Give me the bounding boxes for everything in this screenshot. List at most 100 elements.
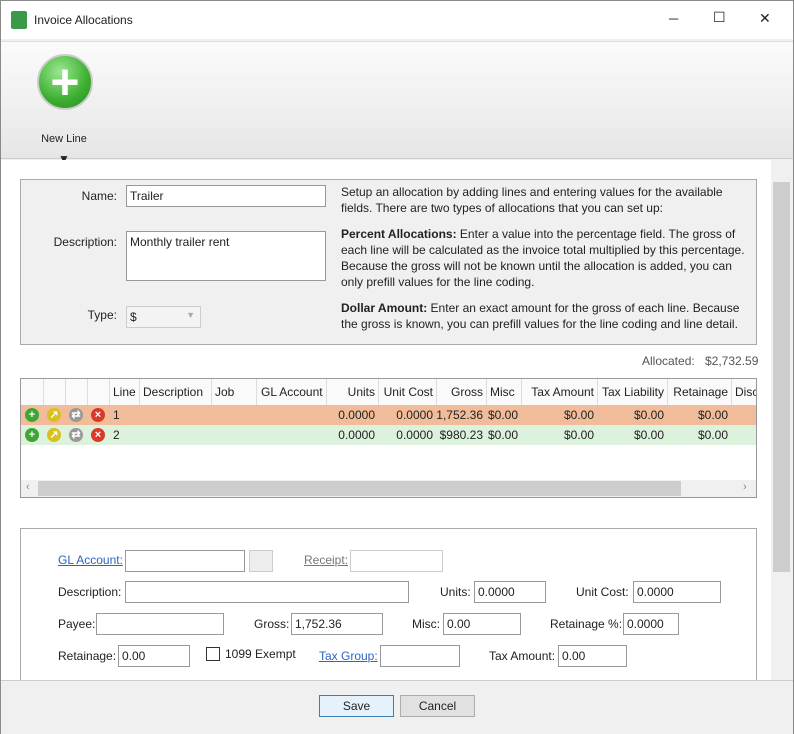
col-tax-liability[interactable]: Tax Liability [598,379,668,405]
misc-cell: $0.00 [487,408,518,422]
retainage-cell: $0.00 [697,408,728,422]
gl-account-input[interactable] [125,550,245,572]
name-input[interactable]: Trailer [126,185,326,207]
gross-cell: $980.23 [439,428,483,442]
description-input[interactable]: Monthly trailer rent [126,231,326,281]
save-button[interactable]: Save [319,695,394,717]
table-row[interactable]: + ↗ ⇄ × 2 0.0000 0.0000 $980.23 $0.00 $0… [21,425,756,445]
app-icon [11,11,27,29]
col-gl-account[interactable]: GL Account [257,379,327,405]
help-text: Setup an allocation by adding lines and … [341,184,751,342]
delete-icon[interactable]: × [91,408,105,422]
tax-amount-input[interactable]: 0.00 [558,645,627,667]
misc-cell: $0.00 [487,428,518,442]
horizontal-scrollbar[interactable]: ‹ › [21,480,756,497]
allocated-value: $2,732.59 [705,354,759,368]
unit-cost-label: Unit Cost: [576,585,629,599]
retainage-pct-input[interactable]: 0.0000 [623,613,679,635]
name-label: Name: [81,189,117,203]
dollar-title: Dollar Amount: [341,301,428,315]
grid-header-cell [44,379,66,405]
tax-amount-label: Tax Amount: [489,649,556,663]
grid-header-cell [21,379,44,405]
retainage-cell: $0.00 [697,428,728,442]
description-label: Description: [53,235,117,249]
type-select[interactable]: $ ▼ [126,306,201,328]
gl-account-link[interactable]: GL Account: [58,553,123,567]
1099-exempt-checkbox[interactable] [206,647,220,661]
unit-cost-cell: 0.0000 [396,408,433,422]
tax-amount-cell: $0.00 [563,408,594,422]
window-title: Invoice Allocations [34,13,133,27]
new-line-button[interactable]: + New Line ▼ [31,52,101,166]
minimize-button[interactable]: ─ [669,11,678,26]
tax-liability-cell: $0.00 [633,408,664,422]
gross-input[interactable]: 1,752.36 [291,613,383,635]
grid-header-cell [66,379,88,405]
scrollbar[interactable] [771,160,793,680]
footer-bar: Save Cancel [1,680,793,734]
edit-icon[interactable]: ↗ [47,428,61,442]
allocation-header-panel: Name: Trailer Description: Monthly trail… [20,179,757,345]
description-label: Description: [58,585,122,599]
line-cell: 2 [113,428,120,442]
payee-input[interactable] [96,613,224,635]
col-description[interactable]: Description [140,379,212,405]
retainage-input[interactable]: 0.00 [118,645,190,667]
percent-title: Percent Allocations: [341,227,457,241]
receipt-input[interactable] [350,550,443,572]
add-icon[interactable]: + [25,428,39,442]
col-units[interactable]: Units [327,379,379,405]
table-row[interactable]: + ↗ ⇄ × 1 0.0000 0.0000 $1,752.36 $0.00 … [21,405,756,425]
col-job[interactable]: Job [212,379,257,405]
maximize-button[interactable]: ☐ [713,9,726,26]
ribbon: + New Line ▼ [1,41,793,166]
help-intro: Setup an allocation by adding lines and … [341,185,723,215]
invoice-allocations-window: Invoice Allocations ─ ☐ ✕ + New Line ▼ N… [0,0,794,734]
allocation-lines-grid: Line Description Job GL Account Units Un… [20,378,757,498]
col-retainage[interactable]: Retainage [668,379,732,405]
receipt-link[interactable]: Receipt: [304,553,348,567]
misc-label: Misc: [412,617,440,631]
split-icon[interactable]: ⇄ [69,428,83,442]
units-input[interactable]: 0.0000 [474,581,546,603]
delete-icon[interactable]: × [91,428,105,442]
scrollbar-thumb[interactable] [38,481,681,496]
cancel-button[interactable]: Cancel [400,695,475,717]
col-gross[interactable]: Gross [437,379,487,405]
retainage-pct-label: Retainage %: [550,617,623,631]
close-button[interactable]: ✕ [759,10,771,27]
tax-group-link[interactable]: Tax Group: [319,649,378,663]
scroll-left-icon[interactable]: ‹ [26,481,30,493]
col-tax-amount[interactable]: Tax Amount [522,379,598,405]
tax-liability-cell: $0.00 [633,428,664,442]
edit-icon[interactable]: ↗ [47,408,61,422]
type-label: Type: [87,308,117,322]
line-detail-panel: GL Account: Receipt: Description: Units:… [20,528,757,688]
type-value: $ [130,310,137,324]
gross-cell: $1,752.36 [437,408,483,422]
unit-cost-cell: 0.0000 [396,428,433,442]
allocated-label: Allocated: [642,354,695,368]
chevron-down-icon: ▼ [186,310,195,320]
payee-label: Payee: [58,617,96,631]
title-bar: Invoice Allocations ─ ☐ ✕ [1,1,793,39]
add-icon[interactable]: + [25,408,39,422]
units-label: Units: [440,585,471,599]
line-description-input[interactable] [125,581,409,603]
col-unit-cost[interactable]: Unit Cost [379,379,437,405]
tax-group-input[interactable] [380,645,460,667]
misc-input[interactable]: 0.00 [443,613,521,635]
tax-amount-cell: $0.00 [563,428,594,442]
split-icon[interactable]: ⇄ [69,408,83,422]
col-line[interactable]: Line [110,379,140,405]
retainage-label: Retainage: [58,649,117,663]
col-disc[interactable]: Disc [732,379,756,405]
scrollbar-thumb[interactable] [773,182,790,572]
unit-cost-input[interactable]: 0.0000 [633,581,721,603]
line-cell: 1 [113,408,120,422]
scroll-right-icon[interactable]: › [743,481,747,493]
gl-lookup-button[interactable] [249,550,273,572]
col-misc[interactable]: Misc [487,379,522,405]
units-cell: 0.0000 [338,408,375,422]
